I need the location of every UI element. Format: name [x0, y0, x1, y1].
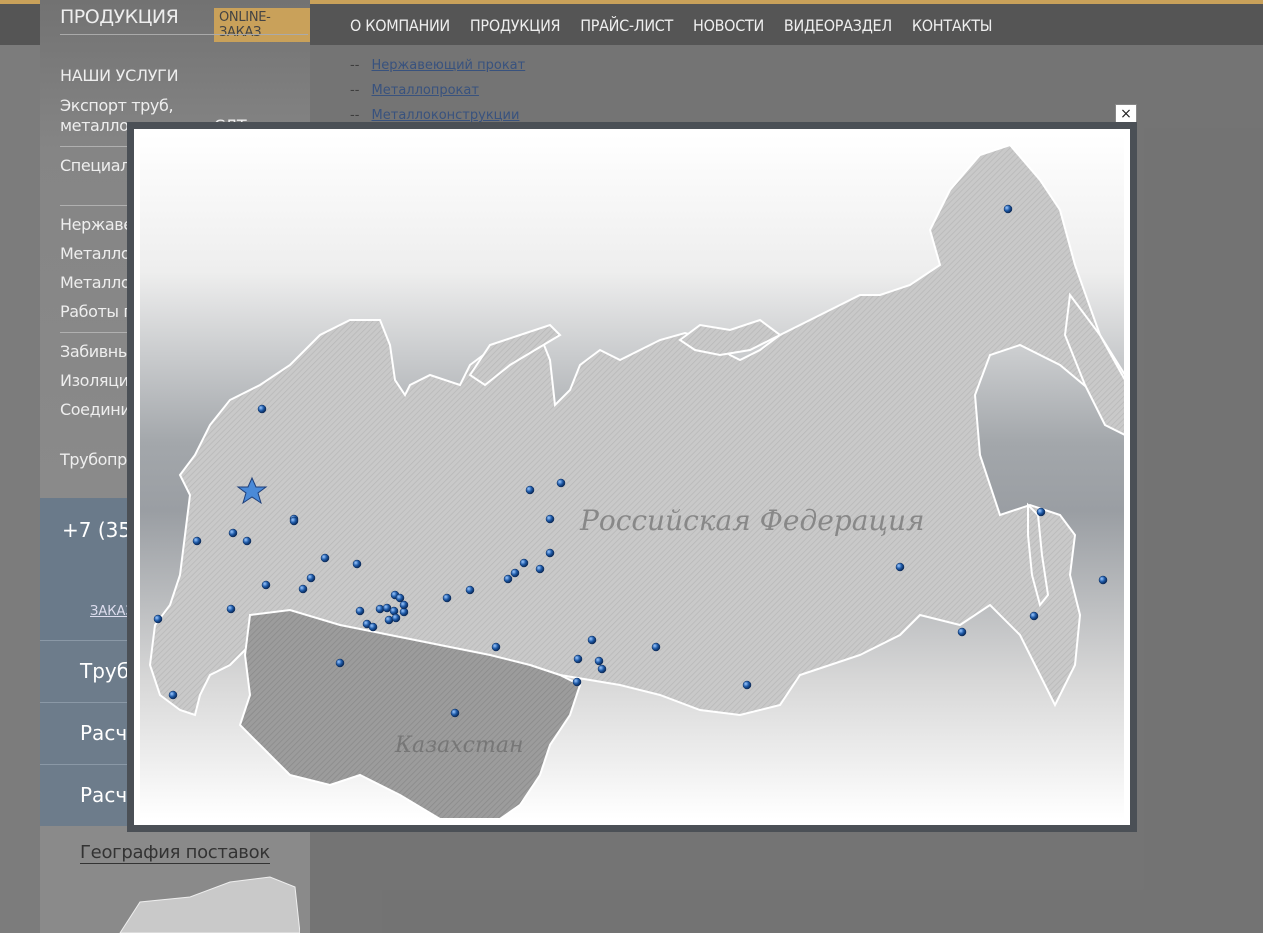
nav-item-news[interactable]: НОВОСТИ — [693, 16, 764, 35]
map-canvas: Российская Федерация Казахстан — [140, 135, 1124, 819]
delivery-marker[interactable] — [352, 559, 362, 569]
nav-item-contacts[interactable]: КОНТАКТЫ — [912, 16, 993, 35]
map-modal-frame: Российская Федерация Казахстан — [134, 129, 1130, 825]
delivery-marker[interactable] — [525, 485, 535, 495]
map-label-kazakhstan: Казахстан — [394, 733, 523, 758]
delivery-marker[interactable] — [1003, 204, 1013, 214]
delivery-marker[interactable] — [391, 613, 401, 623]
nav-item-company[interactable]: О КОМПАНИИ — [350, 16, 450, 35]
delivery-marker[interactable] — [192, 536, 202, 546]
delivery-marker[interactable] — [742, 680, 752, 690]
delivery-marker[interactable] — [1029, 611, 1039, 621]
divider — [60, 34, 308, 35]
delivery-marker[interactable] — [399, 600, 409, 610]
delivery-marker[interactable] — [261, 580, 271, 590]
delivery-marker[interactable] — [228, 528, 238, 538]
nav-item-price-list[interactable]: ПРАЙС-ЛИСТ — [580, 16, 673, 35]
delivery-marker[interactable] — [289, 516, 299, 526]
delivery-marker[interactable] — [168, 690, 178, 700]
map-modal: Российская Федерация Казахстан — [127, 122, 1137, 832]
delivery-marker[interactable] — [384, 615, 394, 625]
delivery-marker[interactable] — [556, 478, 566, 488]
delivery-marker[interactable] — [355, 606, 365, 616]
delivery-marker[interactable] — [594, 656, 604, 666]
delivery-marker[interactable] — [519, 558, 529, 568]
delivery-marker[interactable] — [572, 677, 582, 687]
delivery-marker[interactable] — [651, 642, 661, 652]
delivery-marker[interactable] — [597, 664, 607, 674]
delivery-marker[interactable] — [573, 654, 583, 664]
delivery-marker[interactable] — [298, 584, 308, 594]
main-nav: О КОМПАНИИ ПРОДУКЦИЯ ПРАЙС-ЛИСТ НОВОСТИ … — [350, 16, 992, 35]
delivery-marker[interactable] — [335, 658, 345, 668]
delivery-marker[interactable] — [320, 553, 330, 563]
delivery-marker[interactable] — [510, 568, 520, 578]
delivery-marker[interactable] — [491, 642, 501, 652]
nav-item-products[interactable]: ПРОДУКЦИЯ — [470, 16, 561, 35]
delivery-marker[interactable] — [545, 514, 555, 524]
delivery-marker[interactable] — [1098, 575, 1108, 585]
sidebar-title[interactable]: ПРОДУКЦИЯ — [60, 6, 179, 28]
delivery-marker[interactable] — [375, 604, 385, 614]
delivery-marker[interactable] — [257, 404, 267, 414]
online-order-button[interactable]: ONLINE-ЗАКАЗ — [214, 8, 310, 42]
geography-map-thumbnail[interactable] — [80, 872, 300, 933]
delivery-marker[interactable] — [535, 564, 545, 574]
delivery-marker[interactable] — [465, 585, 475, 595]
delivery-marker[interactable] — [306, 573, 316, 583]
delivery-marker[interactable] — [957, 627, 967, 637]
delivery-marker[interactable] — [368, 622, 378, 632]
delivery-marker[interactable] — [153, 614, 163, 624]
services-title: НАШИ УСЛУГИ — [60, 66, 179, 85]
delivery-marker[interactable] — [545, 548, 555, 558]
delivery-marker[interactable] — [1036, 507, 1046, 517]
delivery-marker[interactable] — [450, 708, 460, 718]
delivery-marker[interactable] — [226, 604, 236, 614]
delivery-marker[interactable] — [389, 606, 399, 616]
delivery-marker[interactable] — [442, 593, 452, 603]
geography-link[interactable]: География поставок — [80, 842, 270, 864]
russia-map: Российская Федерация Казахстан — [148, 143, 1124, 819]
delivery-marker[interactable] — [395, 593, 405, 603]
delivery-marker[interactable] — [895, 562, 905, 572]
nav-item-video[interactable]: ВИДЕОРАЗДЕЛ — [784, 16, 892, 35]
close-button[interactable]: × — [1115, 104, 1137, 124]
delivery-marker[interactable] — [242, 536, 252, 546]
map-label-russia: Российская Федерация — [579, 504, 925, 537]
delivery-marker[interactable] — [503, 574, 513, 584]
delivery-marker[interactable] — [587, 635, 597, 645]
